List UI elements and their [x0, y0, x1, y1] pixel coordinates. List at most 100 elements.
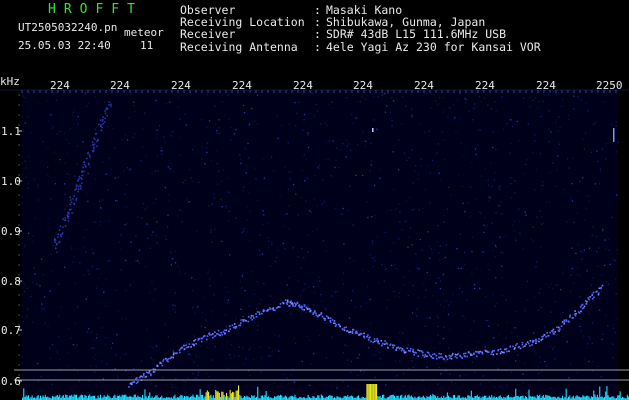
noise-pixel — [23, 246, 25, 248]
noise-pixel — [186, 198, 188, 200]
signal-pixel — [179, 351, 181, 354]
noise-pixel — [430, 107, 432, 109]
signal-pixel — [485, 350, 487, 352]
noise-pixel — [311, 92, 313, 94]
noise-pixel — [246, 205, 248, 208]
signal-pixel — [201, 337, 204, 340]
noise-pixel — [179, 209, 181, 211]
noise-pixel — [53, 152, 55, 154]
level-bar — [278, 395, 280, 400]
noise-pixel — [584, 219, 586, 221]
level-bar — [516, 395, 518, 400]
noise-pixel — [350, 149, 352, 151]
noise-pixel — [368, 347, 370, 349]
noise-pixel — [184, 272, 186, 274]
signal-pixel — [505, 348, 508, 350]
noise-pixel — [510, 119, 512, 121]
noise-pixel — [462, 175, 464, 177]
level-bar — [389, 395, 391, 400]
noise-pixel — [386, 105, 388, 107]
noise-pixel — [344, 344, 346, 346]
level-bar — [320, 394, 322, 400]
noise-pixel — [552, 162, 554, 164]
level-bar — [59, 394, 61, 400]
noise-pixel — [382, 93, 385, 95]
noise-pixel — [292, 367, 294, 370]
noise-pixel — [310, 363, 312, 365]
noise-pixel — [263, 283, 265, 285]
noise-pixel — [471, 236, 474, 238]
level-bar — [173, 396, 175, 400]
noise-pixel — [318, 164, 320, 167]
signal-pixel — [363, 332, 365, 335]
signal-pixel — [208, 332, 211, 334]
noise-pixel — [207, 272, 209, 274]
noise-pixel — [273, 334, 276, 336]
noise-pixel — [453, 104, 455, 106]
level-bar — [475, 396, 477, 400]
noise-pixel — [461, 344, 463, 346]
level-bar — [593, 390, 595, 400]
noise-pixel — [519, 232, 521, 234]
level-bar — [251, 395, 253, 400]
level-bar — [344, 395, 346, 400]
noise-pixel — [343, 243, 345, 245]
signal-pixel — [535, 342, 537, 344]
noise-pixel — [387, 299, 389, 301]
noise-pixel — [77, 180, 80, 182]
noise-pixel — [70, 248, 73, 250]
noise-pixel — [279, 196, 281, 198]
noise-pixel — [354, 306, 356, 308]
noise-pixel — [513, 220, 515, 223]
noise-pixel — [488, 200, 490, 202]
noise-pixel — [510, 183, 512, 185]
signal-pixel — [448, 354, 451, 357]
noise-pixel — [269, 355, 271, 357]
noise-pixel — [205, 372, 207, 374]
noise-pixel — [494, 386, 496, 388]
level-bar — [401, 394, 403, 400]
noise-pixel — [349, 185, 351, 187]
noise-pixel — [208, 120, 211, 122]
noise-pixel — [378, 282, 380, 284]
noise-pixel — [536, 261, 538, 263]
noise-pixel — [187, 340, 189, 342]
signal-pixel — [428, 354, 431, 356]
signal-pixel — [192, 343, 195, 346]
level-bar — [239, 395, 241, 400]
noise-pixel — [37, 200, 39, 202]
noise-pixel — [524, 163, 527, 166]
noise-pixel — [533, 296, 536, 299]
noise-pixel — [612, 324, 614, 326]
noise-pixel — [301, 247, 303, 250]
noise-pixel — [120, 269, 122, 271]
noise-pixel — [336, 147, 338, 149]
noise-pixel — [488, 196, 490, 198]
noise-pixel — [487, 263, 489, 265]
noise-pixel — [151, 280, 153, 283]
noise-pixel — [159, 125, 161, 127]
noise-pixel — [80, 177, 82, 179]
noise-pixel — [387, 210, 389, 212]
noise-pixel — [63, 132, 66, 134]
noise-pixel — [322, 240, 325, 242]
signal-pixel — [541, 338, 544, 340]
signal-pixel — [183, 348, 186, 350]
signal-pixel — [334, 322, 336, 325]
noise-pixel — [573, 108, 575, 110]
noise-pixel — [442, 338, 445, 340]
noise-pixel — [420, 158, 422, 160]
level-bar — [179, 396, 181, 400]
noise-pixel — [373, 119, 375, 121]
noise-pixel — [362, 130, 364, 133]
signal-pixel — [561, 321, 564, 323]
noise-pixel — [218, 170, 220, 172]
noise-pixel — [566, 158, 569, 160]
noise-pixel — [484, 217, 486, 219]
noise-pixel — [124, 224, 126, 226]
noise-pixel — [240, 162, 242, 164]
noise-pixel — [164, 324, 166, 326]
noise-pixel — [51, 128, 53, 130]
noise-pixel — [477, 128, 479, 131]
level-bar — [382, 394, 384, 400]
